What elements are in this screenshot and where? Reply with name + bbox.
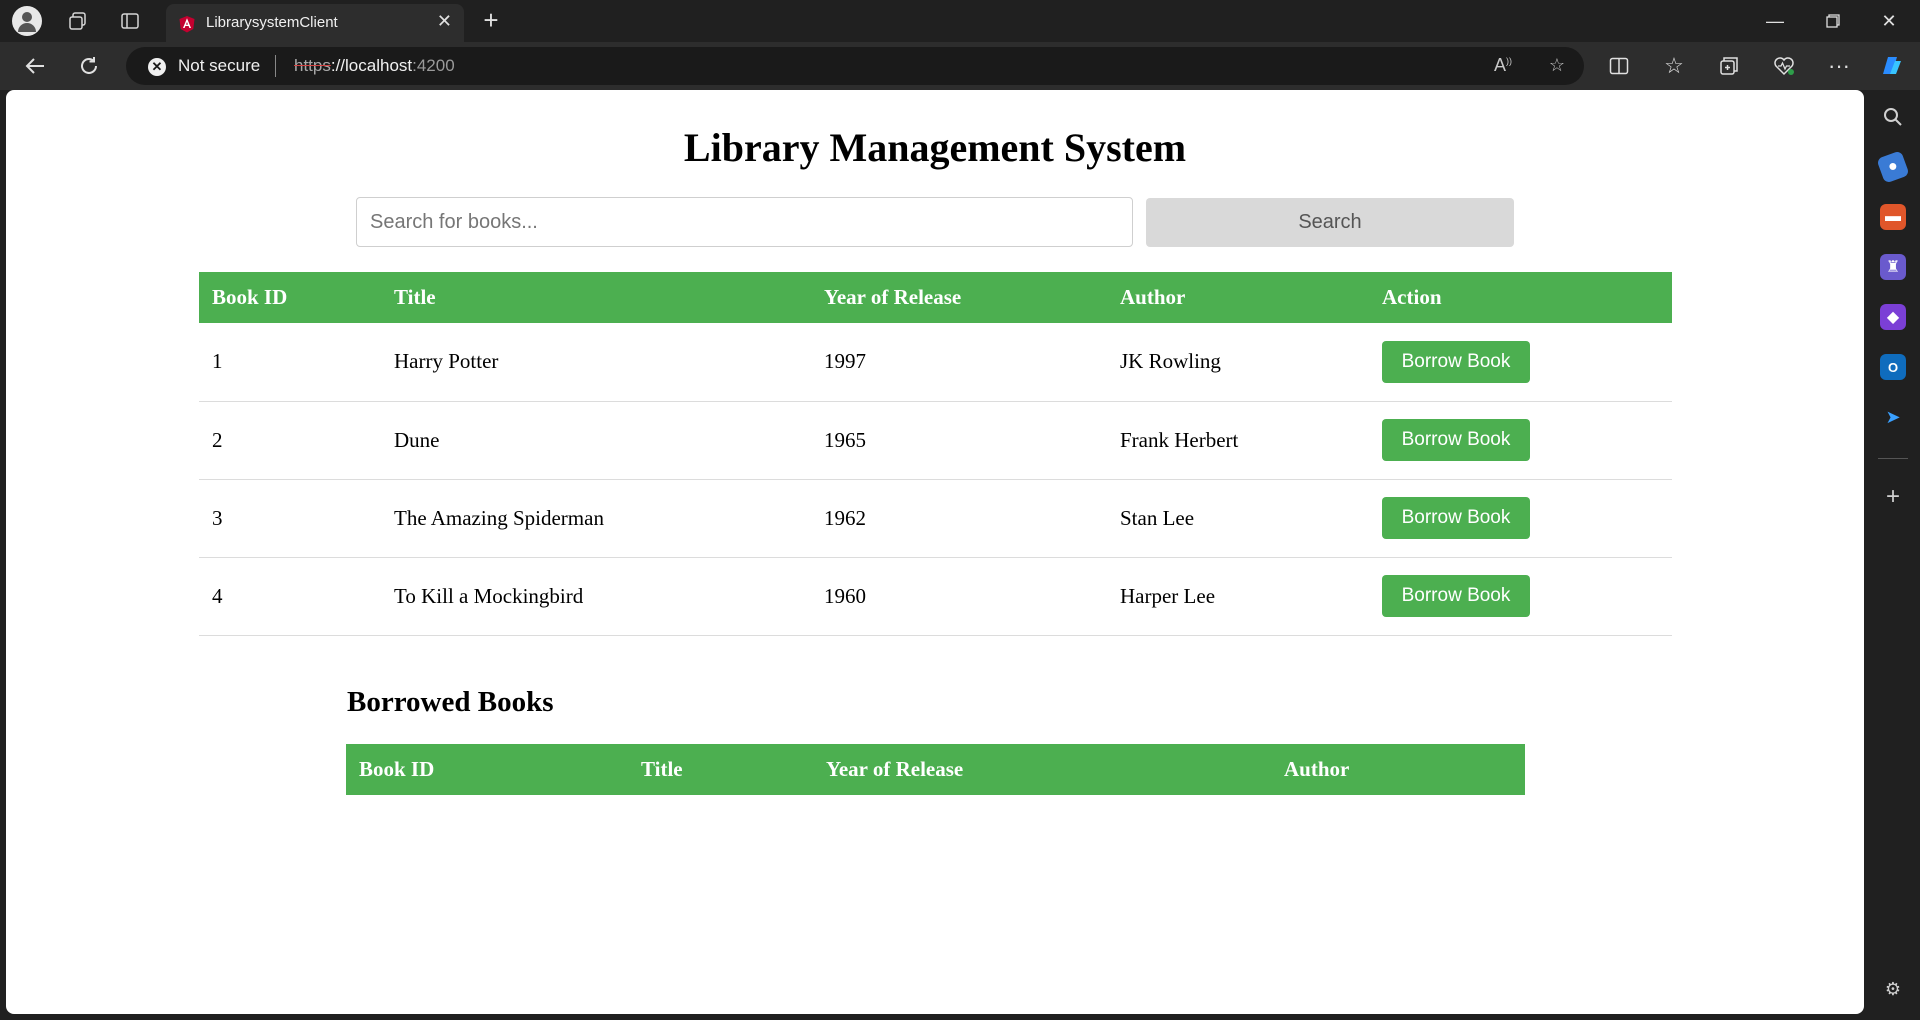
url-host: ://localhost <box>330 56 413 75</box>
workspaces-icon[interactable] <box>64 8 92 34</box>
new-tab-icon[interactable]: + <box>478 6 504 36</box>
table-row: 2 Dune 1965 Frank Herbert Borrow Book <box>199 401 1672 480</box>
cell-action: Borrow Book <box>1369 557 1672 636</box>
sidebar-outlook-icon[interactable]: O <box>1880 354 1906 380</box>
sidebar-tools-icon[interactable]: ▬ <box>1880 204 1906 230</box>
address-separator <box>275 55 276 77</box>
browser-titlebar: LibrarysystemClient ✕ + — ✕ <box>0 0 1920 42</box>
cell-book-id: 4 <box>199 557 381 636</box>
sidebar-add-icon[interactable]: + <box>1880 483 1906 510</box>
page-title: Library Management System <box>683 125 1187 170</box>
sidebar-office-icon[interactable]: ◆ <box>1880 304 1906 330</box>
borrow-book-button[interactable]: Borrow Book <box>1382 497 1530 539</box>
borrowed-header-row: Book ID Title Year of Release Author <box>346 744 1525 795</box>
cell-year: 1962 <box>811 479 1107 558</box>
tab-actions-icon[interactable] <box>116 8 144 34</box>
cell-author: Stan Lee <box>1107 479 1369 558</box>
cell-title: The Amazing Spiderman <box>381 479 811 558</box>
cell-title: Harry Potter <box>381 323 811 402</box>
edge-sidebar: ● ▬ ♜ ◆ O ➤ + ⚙ <box>1866 90 1920 1020</box>
sidebar-separator <box>1878 458 1908 459</box>
search-button[interactable]: Search <box>1146 198 1514 247</box>
browser-toolbar: ✕ Not secure https://localhost:4200 A)) … <box>0 42 1920 90</box>
cell-year: 1960 <box>811 557 1107 636</box>
read-aloud-icon[interactable]: A)) <box>1490 55 1516 77</box>
cell-author: Harper Lee <box>1107 557 1369 636</box>
sidebar-shopping-tag-icon[interactable]: ● <box>1876 150 1910 184</box>
copilot-icon[interactable] <box>1874 50 1908 82</box>
cell-title: Dune <box>381 401 811 480</box>
restore-icon[interactable] <box>1810 6 1856 36</box>
cell-author: Frank Herbert <box>1107 401 1369 480</box>
search-input[interactable] <box>356 197 1133 247</box>
collections-icon[interactable] <box>1712 50 1746 82</box>
borrow-book-button[interactable]: Borrow Book <box>1382 419 1530 461</box>
cell-book-id: 1 <box>199 323 381 402</box>
refresh-icon[interactable] <box>72 50 106 82</box>
browser-tab-active[interactable]: LibrarysystemClient ✕ <box>166 4 464 42</box>
books-table: Book ID Title Year of Release Author Act… <box>199 272 1672 636</box>
cell-year: 1997 <box>811 323 1107 402</box>
more-options-icon[interactable]: ··· <box>1822 50 1856 82</box>
header-year: Year of Release <box>811 272 1107 323</box>
not-secure-icon[interactable]: ✕ <box>148 58 166 76</box>
tab-close-icon[interactable]: ✕ <box>437 11 452 32</box>
url-scheme: https <box>294 56 331 75</box>
borrow-book-button[interactable]: Borrow Book <box>1382 575 1530 617</box>
favorite-star-icon[interactable]: ☆ <box>1544 55 1570 77</box>
window-close-icon[interactable]: ✕ <box>1866 6 1912 36</box>
security-label[interactable]: Not secure <box>178 56 260 76</box>
table-row: 1 Harry Potter 1997 JK Rowling Borrow Bo… <box>199 323 1672 402</box>
cell-year: 1965 <box>811 401 1107 480</box>
table-row: 4 To Kill a Mockingbird 1960 Harper Lee … <box>199 557 1672 636</box>
borrowed-books-heading: Borrowed Books <box>347 686 554 718</box>
split-screen-icon[interactable] <box>1602 50 1636 82</box>
cell-book-id: 3 <box>199 479 381 558</box>
url-port: :4200 <box>412 56 455 75</box>
borrowed-header-author: Author <box>1271 744 1525 795</box>
address-bar[interactable]: ✕ Not secure https://localhost:4200 A)) … <box>126 47 1584 85</box>
header-book-id: Book ID <box>199 272 381 323</box>
cell-book-id: 2 <box>199 401 381 480</box>
sidebar-send-icon[interactable]: ➤ <box>1880 404 1906 430</box>
cell-author: JK Rowling <box>1107 323 1369 402</box>
borrowed-header-year: Year of Release <box>813 744 1271 795</box>
angular-icon <box>179 16 195 33</box>
favorites-icon[interactable]: ☆ <box>1657 50 1691 82</box>
table-row: 3 The Amazing Spiderman 1962 Stan Lee Bo… <box>199 479 1672 558</box>
header-action: Action <box>1369 272 1672 323</box>
back-icon[interactable] <box>18 50 52 82</box>
page-viewport: Library Management System Search Book ID… <box>6 90 1864 1014</box>
url-text[interactable]: https://localhost:4200 <box>294 56 455 76</box>
tab-title: LibrarysystemClient <box>206 14 338 31</box>
minimize-icon[interactable]: — <box>1752 6 1798 36</box>
sidebar-settings-icon[interactable]: ⚙ <box>1880 976 1906 1002</box>
cell-action: Borrow Book <box>1369 479 1672 558</box>
table-header-row: Book ID Title Year of Release Author Act… <box>199 272 1672 323</box>
cell-title: To Kill a Mockingbird <box>381 557 811 636</box>
borrowed-books-table: Book ID Title Year of Release Author <box>346 744 1525 795</box>
borrow-book-button[interactable]: Borrow Book <box>1382 340 1530 383</box>
borrowed-header-book-id: Book ID <box>346 744 628 795</box>
profile-avatar-icon[interactable] <box>12 6 42 36</box>
sidebar-games-icon[interactable]: ♜ <box>1880 254 1906 280</box>
cell-action: Borrow Book <box>1369 323 1672 402</box>
cell-action: Borrow Book <box>1369 401 1672 480</box>
header-title: Title <box>381 272 811 323</box>
header-author: Author <box>1107 272 1369 323</box>
borrowed-header-title: Title <box>628 744 813 795</box>
sidebar-search-icon[interactable] <box>1880 104 1906 130</box>
browser-essentials-icon[interactable] <box>1767 50 1801 82</box>
